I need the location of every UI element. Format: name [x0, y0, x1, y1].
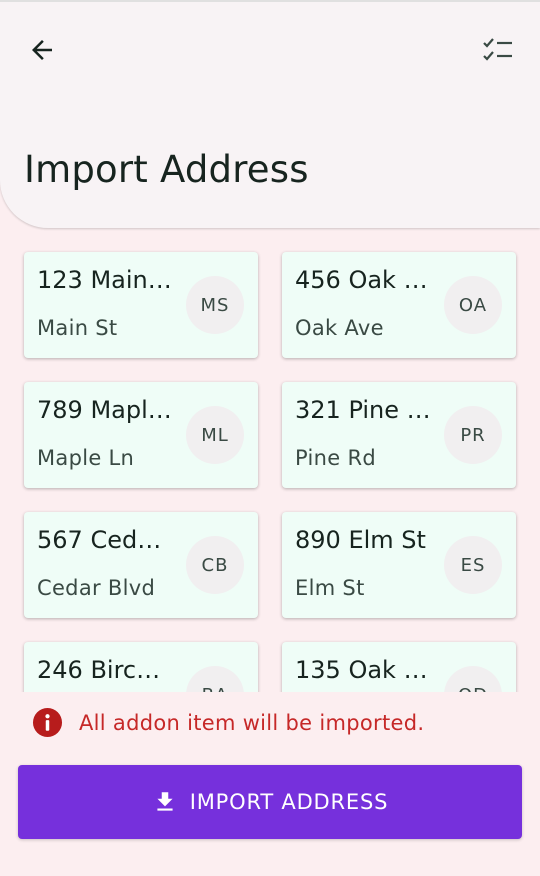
- address-avatar: PR: [444, 406, 502, 464]
- address-card[interactable]: 567 Cedar Blvd Cedar Blvd CB: [24, 512, 258, 618]
- page-title: Import Address: [24, 148, 309, 191]
- address-name: 135 Oak Dr: [295, 656, 431, 684]
- address-card[interactable]: 135 Oak Dr OD: [282, 642, 516, 692]
- address-name: 789 Maple Ln: [37, 396, 173, 424]
- info-icon: [32, 707, 63, 738]
- address-street: Elm St: [295, 576, 365, 600]
- import-address-button[interactable]: IMPORT ADDRESS: [18, 765, 522, 839]
- address-card[interactable]: 123 Main St Main St MS: [24, 252, 258, 358]
- address-card[interactable]: 321 Pine Rd Pine Rd PR: [282, 382, 516, 488]
- arrow-back-icon: [32, 40, 52, 60]
- address-name: 890 Elm St: [295, 526, 426, 554]
- address-card[interactable]: 456 Oak Ave Oak Ave OA: [282, 252, 516, 358]
- address-name: 123 Main St: [37, 266, 173, 294]
- address-name: 567 Cedar Blvd: [37, 526, 173, 554]
- download-icon: [157, 792, 173, 811]
- address-street: Main St: [37, 316, 118, 340]
- address-avatar: CB: [186, 536, 244, 594]
- address-avatar: MS: [186, 276, 244, 334]
- address-avatar: ML: [186, 406, 244, 464]
- address-street: Maple Ln: [37, 446, 135, 470]
- address-grid-scroll[interactable]: 123 Main St Main St MS 456 Oak Ave Oak A…: [0, 246, 540, 692]
- address-name: 456 Oak Ave: [295, 266, 431, 294]
- address-card[interactable]: 789 Maple Ln Maple Ln ML: [24, 382, 258, 488]
- address-card[interactable]: 890 Elm St Elm St ES: [282, 512, 516, 618]
- address-street: Cedar Blvd: [37, 576, 156, 600]
- address-avatar: OA: [444, 276, 502, 334]
- address-street: Pine Rd: [295, 446, 376, 470]
- checklist-icon: [483, 38, 512, 61]
- address-avatar: ES: [444, 536, 502, 594]
- address-avatar: OD: [444, 666, 502, 692]
- import-button-label: IMPORT ADDRESS: [189, 790, 389, 814]
- address-street: Oak Ave: [295, 316, 384, 340]
- address-card[interactable]: 246 Birch Dr BA: [24, 642, 258, 692]
- select-all-button[interactable]: [476, 30, 520, 70]
- back-button[interactable]: [22, 30, 62, 70]
- address-grid: 123 Main St Main St MS 456 Oak Ave Oak A…: [24, 252, 516, 692]
- import-notice: All addon item will be imported.: [32, 707, 424, 738]
- address-name: 321 Pine Rd: [295, 396, 431, 424]
- address-name: 246 Birch Dr: [37, 656, 173, 684]
- app-header: Import Address: [0, 0, 540, 228]
- notice-text: All addon item will be imported.: [79, 710, 425, 735]
- address-avatar: BA: [186, 666, 244, 692]
